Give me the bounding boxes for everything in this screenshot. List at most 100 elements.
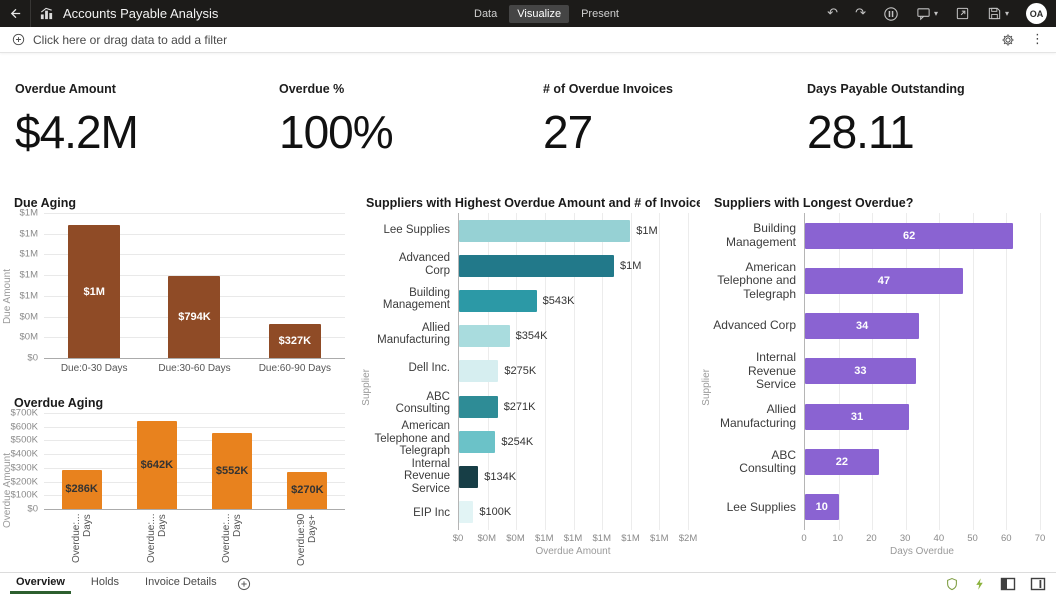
category-label: Internal Revenue Service: [712, 349, 804, 394]
undo-icon[interactable]: ↶: [827, 7, 838, 20]
bar[interactable]: $286K: [62, 470, 102, 509]
plot-column: $286K$642K$552K$270KOverdue:... DaysOver…: [44, 413, 345, 566]
bar-row: $543K: [459, 283, 688, 318]
bar[interactable]: [459, 255, 614, 277]
bar[interactable]: 34: [805, 313, 919, 339]
kpi-label: Days Payable Outstanding: [807, 82, 1056, 96]
bar[interactable]: [459, 396, 498, 418]
kpi-value: 27: [543, 105, 792, 159]
bar-row: $134K: [459, 460, 688, 495]
bar-value-label: 22: [836, 456, 848, 468]
bar-row: 22: [805, 439, 1040, 484]
bar-value-label: 62: [903, 230, 915, 242]
category-label-text: Overdue:... Days: [221, 514, 243, 566]
axis-tick-label: $300K: [11, 462, 38, 473]
bar-value-label: $275K: [504, 365, 536, 377]
axis-tick-label: $0M: [478, 533, 496, 544]
redo-icon[interactable]: ↷: [855, 7, 866, 20]
canvas-tab-holds[interactable]: Holds: [85, 573, 125, 594]
bar[interactable]: [459, 431, 495, 453]
plot-area: $286K $642K $552K $270K: [44, 413, 345, 510]
bar[interactable]: [459, 325, 510, 347]
axis-tick-label: $1M: [20, 228, 38, 239]
filter-settings-gear-icon[interactable]: [1001, 33, 1015, 47]
axis-tick-label: $600K: [11, 421, 38, 432]
bar[interactable]: 33: [805, 358, 916, 384]
axis-tick-label: 70: [1035, 533, 1046, 544]
bar[interactable]: [459, 360, 498, 382]
add-canvas-icon[interactable]: [237, 577, 251, 591]
kpi-value: $4.2M: [15, 105, 264, 159]
comments-icon[interactable]: ▾: [916, 6, 938, 21]
bar[interactable]: 10: [805, 494, 839, 520]
bar-row: $254K: [459, 424, 688, 459]
tab-visualize[interactable]: Visualize: [509, 5, 569, 23]
axis-tick-label: $1M: [621, 533, 639, 544]
bar-slot: $642K: [119, 413, 194, 509]
back-button[interactable]: [0, 0, 31, 27]
tab-data[interactable]: Data: [466, 5, 505, 23]
user-avatar[interactable]: OA: [1026, 3, 1047, 24]
kpi-overdue-amount[interactable]: Overdue Amount $4.2M: [0, 68, 264, 173]
category-label: Allied Manufacturing: [372, 317, 458, 352]
axis-tick-label: $0: [453, 533, 464, 544]
kpi-overdue-percent[interactable]: Overdue % 100%: [264, 68, 528, 173]
bar[interactable]: 22: [805, 449, 879, 475]
bar-row: $354K: [459, 319, 688, 354]
quality-insights-icon[interactable]: [945, 577, 959, 591]
export-icon[interactable]: [955, 6, 970, 21]
bar-value-label: $327K: [279, 335, 311, 347]
filter-bar[interactable]: Click here or drag data to add a filter …: [0, 27, 1056, 53]
mode-tabs: Data Visualize Present: [466, 0, 627, 27]
suppliers-longest-overdue-chart[interactable]: Suppliers with Longest Overdue? Supplier…: [700, 190, 1056, 562]
axis-tick-label: $500K: [11, 435, 38, 446]
workbook-canvas: Accounts Payable Analysis Data Visualize…: [0, 0, 1056, 594]
overdue-aging-chart[interactable]: Overdue Aging Overdue Amount $700K$600K$…: [0, 390, 358, 568]
x-axis-ticks: $0$0M$0M$1M$1M$1M$1M$1M$2M: [372, 530, 688, 546]
bar[interactable]: [459, 220, 630, 242]
x-axis-title-row: Overdue Amount: [372, 546, 688, 562]
page-title: Accounts Payable Analysis: [63, 6, 218, 21]
kpi-overdue-invoices[interactable]: # of Overdue Invoices 27: [528, 68, 792, 173]
axis-tick-label: $1M: [20, 249, 38, 260]
toggle-left-panel-icon[interactable]: [1000, 577, 1016, 591]
bar[interactable]: [459, 290, 537, 312]
save-icon[interactable]: ▾: [987, 6, 1009, 21]
suppliers-overdue-amount-chart[interactable]: Suppliers with Highest Overdue Amount an…: [360, 190, 698, 562]
chart-title: Suppliers with Highest Overdue Amount an…: [360, 190, 698, 213]
chart-title: Suppliers with Longest Overdue?: [700, 190, 1056, 213]
bar[interactable]: $1M: [68, 225, 120, 358]
bars-layer: $286K $642K $552K $270K: [44, 413, 345, 509]
bar[interactable]: 31: [805, 404, 909, 430]
axis-tick-label: 50: [967, 533, 978, 544]
bar-row: $1M: [459, 213, 688, 248]
bar[interactable]: $794K: [168, 276, 220, 358]
bar[interactable]: [459, 466, 478, 488]
kpi-label: # of Overdue Invoices: [543, 82, 792, 96]
category-label: Lee Supplies: [712, 485, 804, 530]
category-label: Dell Inc.: [372, 351, 458, 386]
save-caret-icon: ▾: [1005, 9, 1009, 18]
bar[interactable]: $327K: [269, 324, 321, 358]
toggle-right-panel-icon[interactable]: [1030, 577, 1046, 591]
bar[interactable]: $642K: [137, 421, 177, 509]
kpi-value: 100%: [279, 105, 528, 159]
canvas-tab-overview[interactable]: Overview: [10, 573, 71, 594]
plot-column: $1M$794K$327KDue:0-30 DaysDue:30-60 Days…: [44, 213, 345, 381]
bar[interactable]: $270K: [287, 472, 327, 509]
bar[interactable]: 47: [805, 268, 963, 294]
due-aging-chart[interactable]: Due Aging Due Amount $1M$1M$1M$1M$1M$0M$…: [0, 190, 358, 380]
bar[interactable]: [459, 501, 473, 523]
bar[interactable]: $552K: [212, 433, 252, 509]
bar-row: $100K: [459, 495, 688, 530]
present-flow-icon[interactable]: [883, 6, 899, 22]
category-label: Due:60-90 Days: [245, 363, 345, 381]
kpi-days-payable-outstanding[interactable]: Days Payable Outstanding 28.11: [792, 68, 1056, 173]
y-axis-title: Supplier: [360, 213, 372, 562]
axis-tick-label: $700K: [11, 408, 38, 419]
canvas-tab-invoice-details[interactable]: Invoice Details: [139, 573, 223, 594]
auto-insights-lightning-icon[interactable]: [973, 577, 986, 591]
canvas-menu-kebab-icon[interactable]: ⋮: [1031, 33, 1044, 46]
tab-present[interactable]: Present: [573, 5, 627, 23]
bar[interactable]: 62: [805, 223, 1013, 249]
